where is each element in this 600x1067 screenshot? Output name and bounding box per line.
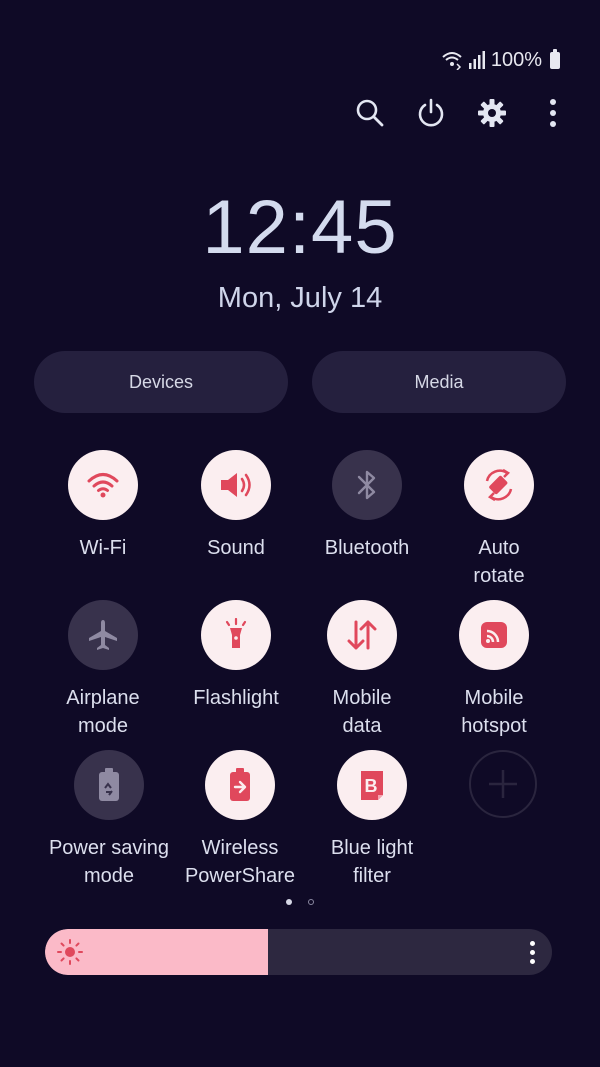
tile-label: Blue light filter [330, 837, 414, 887]
tile-power-saving[interactable]: Power saving mode [39, 750, 179, 890]
tile-add[interactable] [433, 750, 573, 818]
brightness-more-icon[interactable] [522, 937, 542, 967]
page-dot-active [286, 899, 292, 905]
bluetooth-icon[interactable] [332, 450, 402, 520]
wireless-powershare-icon[interactable] [205, 750, 275, 820]
tile-label: Flashlight [193, 687, 279, 709]
tile-label: Mobile hotspot [461, 687, 527, 737]
power-icon[interactable] [414, 93, 448, 133]
search-icon[interactable] [353, 93, 387, 133]
tile-label: Sound [207, 537, 265, 559]
tile-label: Bluetooth [324, 537, 410, 559]
volume-icon[interactable] [201, 450, 271, 520]
status-bar: 100% [441, 46, 560, 74]
tile-label: Power saving mode [48, 837, 170, 887]
clock-time[interactable]: 12:45 [0, 184, 600, 271]
tile-label: Auto rotate [473, 537, 525, 587]
hotspot-icon[interactable] [459, 600, 529, 670]
tile-volume[interactable]: Sound [166, 450, 306, 562]
wifi-calling-icon [441, 50, 463, 70]
tile-airplane[interactable]: Airplane mode [33, 600, 173, 740]
mobile-data-icon[interactable] [327, 600, 397, 670]
signal-icon [468, 51, 485, 69]
add-icon[interactable] [469, 750, 537, 818]
tile-label: Airplane mode [66, 687, 140, 737]
wifi-icon[interactable] [68, 450, 138, 520]
tile-label: Wi-Fi [79, 537, 127, 559]
tile-auto-rotate[interactable]: Auto rotate [429, 450, 569, 590]
svg-text:B: B [365, 776, 378, 796]
power-saving-icon[interactable] [74, 750, 144, 820]
devices-button[interactable]: Devices [34, 351, 288, 413]
tile-bluetooth[interactable]: Bluetooth [297, 450, 437, 562]
tile-flashlight[interactable]: Flashlight [166, 600, 306, 712]
sun-icon [57, 939, 83, 965]
auto-rotate-icon[interactable] [464, 450, 534, 520]
more-vert-icon[interactable] [536, 93, 570, 133]
clock-date[interactable]: Mon, July 14 [0, 282, 600, 315]
battery-percent: 100% [490, 48, 542, 71]
flashlight-icon[interactable] [201, 600, 271, 670]
airplane-icon[interactable] [68, 600, 138, 670]
blue-light-filter-icon[interactable]: B [337, 750, 407, 820]
battery-icon [550, 48, 560, 69]
page-indicator [0, 899, 600, 905]
tile-wifi[interactable]: Wi-Fi [33, 450, 173, 562]
tile-hotspot[interactable]: Mobile hotspot [424, 600, 564, 740]
brightness-slider[interactable] [45, 929, 552, 975]
tile-label: Mobile data [332, 687, 392, 737]
tile-wireless-powershare[interactable]: Wireless PowerShare [170, 750, 310, 890]
page-dot-inactive [308, 899, 314, 905]
media-button[interactable]: Media [312, 351, 566, 413]
quick-panel-toolbar [353, 93, 570, 133]
tile-mobile-data[interactable]: Mobile data [292, 600, 432, 740]
tile-label: Wireless PowerShare [184, 837, 296, 887]
settings-gear-icon[interactable] [475, 93, 509, 133]
tile-blue-light-filter[interactable]: B Blue light filter [302, 750, 442, 890]
